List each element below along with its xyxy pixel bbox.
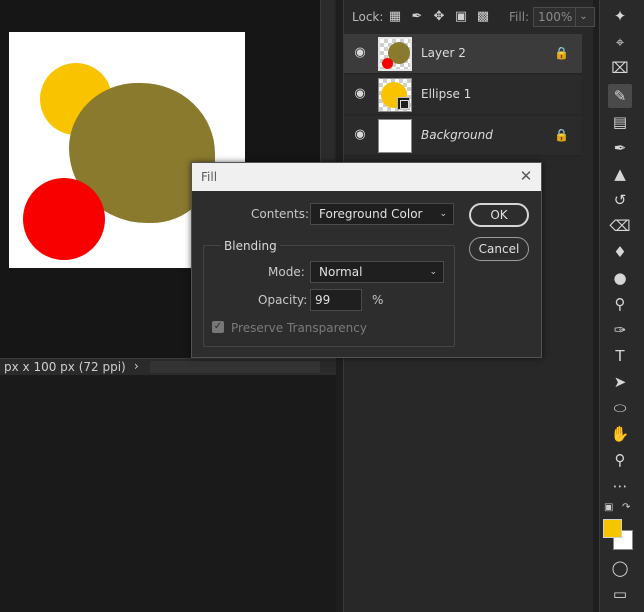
lock-label: Lock: (352, 10, 384, 24)
mode-select[interactable]: Normal ⌄ (310, 261, 444, 283)
layer-lock-icon: 🔒 (554, 128, 569, 142)
layer-row-background[interactable]: ◉ Background 🔒 (344, 116, 582, 156)
path-selection-icon[interactable]: ➤ (608, 370, 632, 394)
status-bar: px x 100 px (72 ppi) › (0, 358, 336, 375)
fill-value: 100% (538, 10, 573, 24)
layer-thumbnail (378, 119, 412, 153)
blur-icon[interactable]: ● (608, 266, 632, 290)
brush-icon[interactable]: ✒ (608, 136, 632, 160)
status-menu-arrow[interactable]: › (134, 359, 139, 373)
layer-name: Background (421, 128, 493, 142)
lock-transparent-pixels-icon[interactable]: ▦ (386, 8, 404, 26)
eraser-icon[interactable]: ⌫ (608, 214, 632, 238)
frame-icon[interactable]: ⌧ (608, 56, 632, 80)
foreground-color-swatch[interactable] (603, 519, 622, 538)
lock-artboard-icon[interactable]: ▣ (452, 8, 470, 26)
screen-mode-icon[interactable]: ▭ (608, 582, 632, 606)
eyedropper-icon[interactable]: ✎ (608, 84, 632, 108)
blending-title: Blending (221, 239, 280, 253)
layer-row-layer-2[interactable]: ◉ Layer 2 🔒 (344, 34, 582, 74)
thumb-red-circle (382, 58, 393, 69)
close-icon[interactable]: ✕ (517, 167, 535, 185)
hand-icon[interactable]: ✋ (608, 422, 632, 446)
mode-label: Mode: (268, 265, 305, 279)
layer-name: Layer 2 (421, 46, 466, 60)
ok-button[interactable]: OK (469, 203, 529, 227)
dodge-icon[interactable]: ⚲ (608, 292, 632, 316)
layer-thumbnail (378, 37, 412, 71)
paint-bucket-icon[interactable]: ♦ (608, 240, 632, 264)
type-icon[interactable]: T (608, 344, 632, 368)
layer-row-ellipse-1[interactable]: ◉ Ellipse 1 (344, 75, 582, 115)
preserve-transparency-label: Preserve Transparency (231, 321, 367, 335)
magic-wand-icon[interactable]: ✦ (608, 4, 632, 28)
dialog-title: Fill (201, 170, 218, 184)
red-circle (23, 178, 105, 260)
preserve-transparency-checkbox[interactable]: ✓ (212, 321, 224, 333)
crop-icon[interactable]: ⌖ (608, 30, 632, 54)
history-brush-icon[interactable]: ↺ (608, 188, 632, 212)
ellipse-icon[interactable]: ⬭ (608, 396, 632, 420)
fill-dialog: Fill ✕ Contents: Foreground Color ⌄ Blen… (191, 162, 542, 358)
horizontal-scrollbar[interactable] (150, 361, 320, 373)
fill-dropdown-chevron-icon[interactable]: ⌄ (575, 8, 591, 26)
visibility-eye-icon[interactable]: ◉ (352, 86, 368, 102)
contents-select[interactable]: Foreground Color ⌄ (310, 203, 454, 225)
mode-value: Normal (319, 265, 363, 279)
opacity-input[interactable]: 99 (310, 289, 362, 311)
lock-position-icon[interactable]: ✥ (430, 8, 448, 26)
contents-label: Contents: (251, 207, 310, 221)
cancel-button[interactable]: Cancel (469, 237, 529, 261)
tools-panel: ✦ ⌖ ⌧ ✎ ▤ ✒ ▲ ↺ ⌫ ♦ ● ⚲ ✑ T ➤ ⬭ ✋ ⚲ ⋯ ▣ … (599, 0, 644, 612)
chevron-down-icon: ⌄ (429, 267, 437, 277)
opacity-label: Opacity: (258, 293, 308, 307)
stamp-icon[interactable]: ▲ (608, 162, 632, 186)
opacity-unit: % (372, 293, 384, 307)
opacity-value: 99 (315, 293, 331, 307)
lock-image-pixels-icon[interactable]: ✒ (408, 8, 426, 26)
more-icon[interactable]: ⋯ (608, 474, 632, 498)
contents-value: Foreground Color (319, 207, 423, 221)
chevron-down-icon: ⌄ (439, 209, 447, 219)
dialog-titlebar[interactable]: Fill ✕ (192, 163, 541, 191)
visibility-eye-icon[interactable]: ◉ (352, 127, 368, 143)
document-size-status: px x 100 px (72 ppi) (4, 360, 126, 374)
swap-colors-icon[interactable]: ↷ (622, 502, 630, 513)
lock-all-icon[interactable]: ▩ (474, 8, 492, 26)
layer-lock-icon: 🔒 (554, 46, 569, 60)
lock-row: Lock: ▦ ✒ ✥ ▣ ▩ Fill: 100% ⌄ (344, 5, 595, 29)
shape-layer-icon (397, 97, 410, 110)
layer-name: Ellipse 1 (421, 87, 472, 101)
zoom-icon[interactable]: ⚲ (608, 448, 632, 472)
visibility-eye-icon[interactable]: ◉ (352, 45, 368, 61)
default-colors-icon[interactable]: ▣ (604, 502, 613, 513)
fill-label: Fill: (509, 10, 530, 24)
healing-brush-icon[interactable]: ▤ (608, 110, 632, 134)
quick-mask-icon[interactable]: ◯ (608, 556, 632, 580)
pen-icon[interactable]: ✑ (608, 318, 632, 342)
workspace-background (0, 376, 336, 612)
